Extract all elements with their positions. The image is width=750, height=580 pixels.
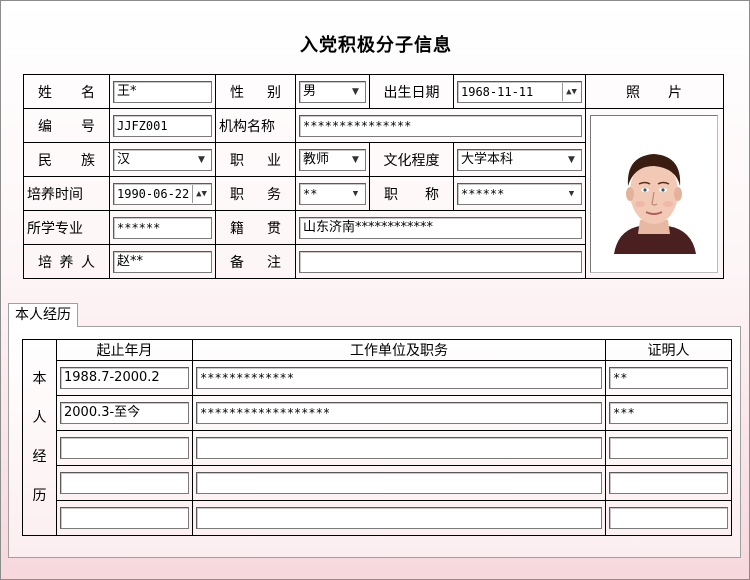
portrait-photo bbox=[614, 153, 696, 254]
chevron-down-icon[interactable]: ▼ bbox=[563, 184, 580, 203]
number-field[interactable]: JJFZ001 bbox=[113, 114, 212, 137]
date-spin-icon[interactable]: ▲▼ bbox=[562, 82, 580, 101]
org-name-field[interactable]: *************** bbox=[299, 114, 582, 137]
witness-field[interactable] bbox=[609, 507, 728, 529]
unit-field[interactable]: ************* bbox=[196, 367, 602, 389]
period-field[interactable] bbox=[60, 472, 189, 494]
major-field[interactable]: ****** bbox=[113, 216, 212, 239]
history-table: 本 人 经 历 起止年月 工作单位及职务 证明人 1988.7-2000.2 *… bbox=[22, 339, 732, 536]
column-header-witness: 证明人 bbox=[605, 339, 732, 361]
witness-field[interactable]: *** bbox=[609, 402, 728, 424]
label-training-time: 培养时间 bbox=[23, 176, 110, 211]
witness-field[interactable]: ** bbox=[609, 367, 728, 389]
period-field[interactable] bbox=[60, 507, 189, 529]
label-number: 编号 bbox=[23, 108, 110, 143]
chevron-down-icon[interactable]: ▼ bbox=[347, 82, 364, 101]
witness-field[interactable] bbox=[609, 472, 728, 494]
table-row: 2000.3-至今 ****************** *** bbox=[23, 395, 732, 431]
info-table: 姓名 王* 性别 男 ▼ 出生日期 1968-11-11 ▲▼ 照片 编号 JJFZ… bbox=[23, 74, 724, 279]
label-ethnicity: 民族 bbox=[23, 142, 110, 177]
unit-field[interactable]: ****************** bbox=[196, 402, 602, 424]
chevron-down-icon[interactable]: ▼ bbox=[347, 184, 364, 203]
birth-date-picker[interactable]: 1968-11-11 ▲▼ bbox=[457, 80, 582, 103]
title-select[interactable]: ****** ▼ bbox=[457, 182, 582, 205]
remarks-field[interactable] bbox=[299, 250, 582, 273]
name-field[interactable]: 王* bbox=[113, 80, 212, 103]
label-major: 所学专业 bbox=[23, 210, 110, 245]
chevron-down-icon[interactable]: ▼ bbox=[563, 150, 580, 169]
tab-personal-history[interactable]: 本人经历 bbox=[8, 303, 78, 327]
unit-field[interactable] bbox=[196, 507, 602, 529]
photo-cell bbox=[585, 108, 724, 279]
label-photo: 照片 bbox=[585, 74, 724, 109]
period-field[interactable] bbox=[60, 437, 189, 459]
label-position: 职务 bbox=[215, 176, 296, 211]
table-row bbox=[23, 500, 732, 536]
position-select[interactable]: ** ▼ bbox=[299, 182, 366, 205]
history-side-label: 本 人 经 历 bbox=[22, 339, 57, 536]
education-select[interactable]: 大学本科 ▼ bbox=[457, 148, 582, 171]
witness-field[interactable] bbox=[609, 437, 728, 459]
page-title: 入党积极分子信息 bbox=[300, 35, 452, 56]
label-title: 职称 bbox=[369, 176, 454, 211]
chevron-down-icon[interactable]: ▼ bbox=[347, 150, 364, 169]
label-remarks: 备注 bbox=[215, 244, 296, 279]
period-field[interactable]: 2000.3-至今 bbox=[60, 402, 189, 424]
label-org-name: 机构名称 bbox=[215, 108, 296, 143]
photo-frame[interactable] bbox=[590, 114, 718, 273]
occupation-select[interactable]: 教师 ▼ bbox=[299, 148, 366, 171]
label-gender: 性别 bbox=[215, 74, 296, 109]
chevron-down-icon[interactable]: ▼ bbox=[193, 150, 210, 169]
label-name: 姓名 bbox=[23, 74, 110, 109]
unit-field[interactable] bbox=[196, 437, 602, 459]
table-row: 1988.7-2000.2 ************* ** bbox=[23, 360, 732, 396]
date-spin-icon[interactable]: ▲▼ bbox=[192, 184, 210, 203]
label-education: 文化程度 bbox=[369, 142, 454, 177]
table-row bbox=[23, 430, 732, 466]
label-native-place: 籍贯 bbox=[215, 210, 296, 245]
table-row bbox=[23, 465, 732, 501]
ethnicity-select[interactable]: 汉 ▼ bbox=[113, 148, 212, 171]
label-occupation: 职业 bbox=[215, 142, 296, 177]
period-field[interactable]: 1988.7-2000.2 bbox=[60, 367, 189, 389]
column-header-period: 起止年月 bbox=[56, 339, 193, 361]
unit-field[interactable] bbox=[196, 472, 602, 494]
native-place-field[interactable]: 山东济南************ bbox=[299, 216, 582, 239]
label-trainer: 培养人 bbox=[23, 244, 110, 279]
training-date-picker[interactable]: 1990-06-22 ▲▼ bbox=[113, 182, 212, 205]
label-birth-date: 出生日期 bbox=[369, 74, 454, 109]
gender-select[interactable]: 男 ▼ bbox=[299, 80, 366, 103]
column-header-unit: 工作单位及职务 bbox=[192, 339, 606, 361]
trainer-field[interactable]: 赵** bbox=[113, 250, 212, 273]
